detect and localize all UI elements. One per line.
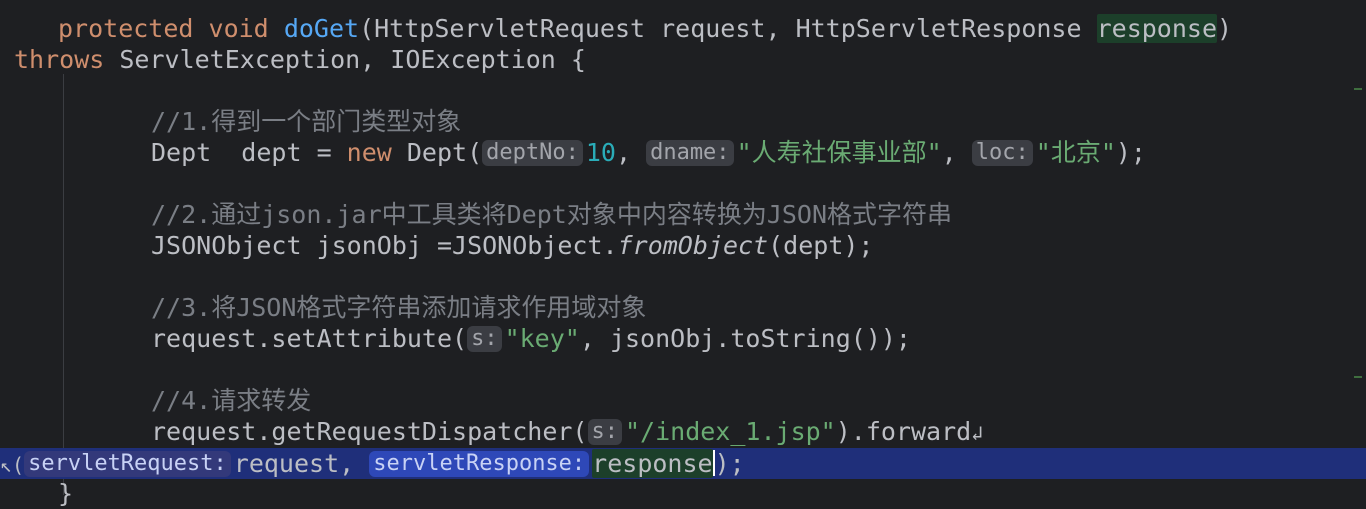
comment-line-3[interactable]: //3.将JSON格式字符串添加请求作用域对象 — [151, 292, 646, 323]
comma: , — [615, 138, 647, 167]
keyword-new: new — [346, 138, 392, 167]
forward-call: ).forward — [835, 417, 972, 446]
paren-close: ) — [1217, 14, 1233, 43]
code-line-dispatcher[interactable]: request.getRequestDispatcher(s: "/index_1… — [151, 416, 983, 447]
arg-request: request, — [233, 449, 370, 478]
keyword-void: void — [208, 14, 269, 43]
number-literal: 10 — [585, 138, 616, 167]
param-hint-dname: dname: — [646, 140, 734, 166]
jsonobj-decl: JSONObject jsonObj =JSONObject. — [151, 231, 618, 260]
comment-line-4[interactable]: //4.请求转发 — [151, 385, 311, 416]
param-hint-s: s: — [467, 326, 502, 352]
arg-response-highlighted: response — [592, 449, 713, 478]
param-hint-servletresponse: servletResponse: — [369, 451, 590, 477]
param-hint-servletrequest: servletRequest: — [24, 451, 231, 477]
method-params: (HttpServletRequest request, HttpServlet… — [359, 14, 1097, 43]
comment-line-2[interactable]: //2.通过json.jar中工具类将Dept对象中内容转换为JSON格式字符串 — [151, 199, 952, 230]
param-hint-s: s: — [587, 419, 622, 445]
dept-ctor: Dept( — [391, 138, 483, 167]
string-literal-loc: "北京" — [1035, 138, 1116, 167]
code-line-dept[interactable]: Dept dept = new Dept(deptNo: 10, dname: "人… — [151, 137, 1146, 168]
param-hint-deptno: deptNo: — [482, 140, 583, 166]
comment-line-1[interactable]: //1.得到一个部门类型对象 — [151, 106, 461, 137]
string-literal-dname: "人寿社保事业部" — [736, 138, 942, 167]
statement-end: ); — [1115, 138, 1146, 167]
statement-end: ); — [714, 449, 745, 478]
param-hint-loc: loc: — [971, 140, 1033, 166]
jsonobj-args: (dept); — [768, 231, 874, 260]
setattribute-call: request.setAttribute( — [151, 324, 468, 353]
code-line-setattribute[interactable]: request.setAttribute(s: "key", jsonObj.to… — [151, 323, 911, 354]
keyword-throws: throws — [14, 45, 105, 74]
code-line-method-signature[interactable]: protected void doGet(HttpServletRequest … — [58, 13, 1232, 44]
dept-decl: Dept dept = — [151, 138, 347, 167]
static-method-fromobject: fromObject — [617, 231, 769, 260]
soft-wrap-icon: ↲ — [971, 421, 984, 445]
keyword-protected: protected — [58, 14, 194, 43]
comma: , — [941, 138, 972, 167]
closing-brace[interactable]: } — [58, 478, 73, 509]
throws-list: ServletException, IOException { — [104, 45, 586, 74]
dispatcher-call: request.getRequestDispatcher( — [151, 417, 588, 446]
code-line-current[interactable]: ↖(servletRequest: request, servletRespons… — [0, 448, 1366, 479]
method-name: doGet — [283, 14, 360, 43]
string-literal-key: "key" — [504, 324, 580, 353]
indent-guide — [63, 74, 64, 495]
change-marker — [1354, 88, 1362, 90]
setattribute-args: , jsonObj.toString()); — [579, 324, 911, 353]
change-marker — [1354, 376, 1362, 378]
highlighted-param: response — [1096, 14, 1218, 43]
string-literal-path: "/index_1.jsp" — [625, 417, 836, 446]
code-editor[interactable]: protected void doGet(HttpServletRequest … — [0, 0, 1366, 508]
code-line-throws[interactable]: throws ServletException, IOException { — [14, 44, 586, 75]
code-line-jsonobj[interactable]: JSONObject jsonObj =JSONObject.fromObjec… — [151, 230, 873, 261]
wrap-continuation: ↖( — [0, 453, 25, 477]
